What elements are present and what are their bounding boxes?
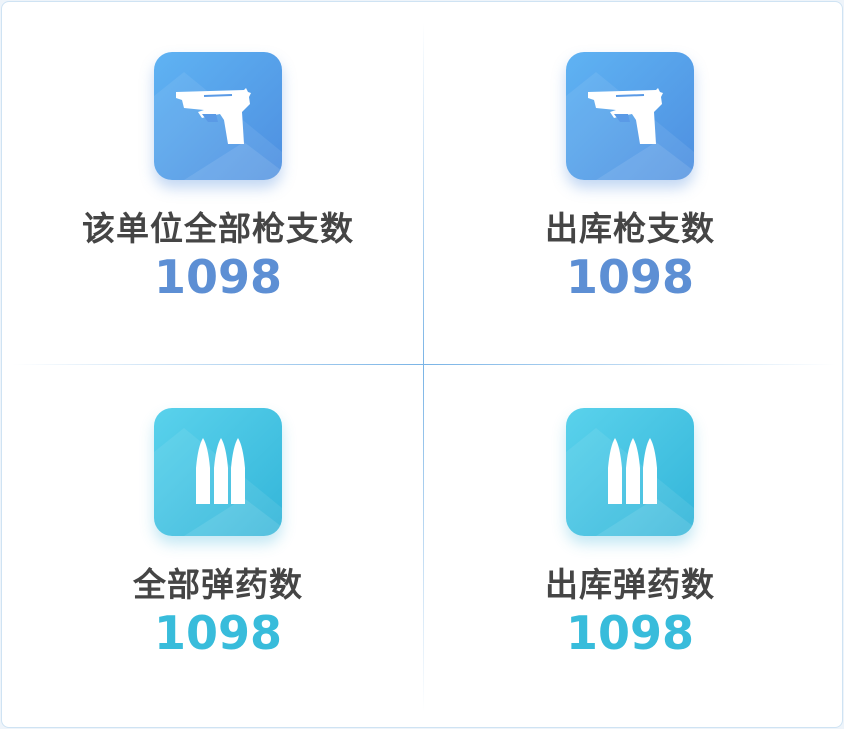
stat-label: 全部弹药数 xyxy=(133,565,303,604)
horizontal-divider xyxy=(12,364,836,365)
bullets-icon xyxy=(566,408,694,536)
stat-value: 1098 xyxy=(153,606,283,660)
stat-label: 出库弹药数 xyxy=(545,565,715,604)
stat-value: 1098 xyxy=(153,250,283,304)
stats-panel: 该单位全部枪支数 1098 出库枪支数 1098 全部弹药数 1098 出库弹药… xyxy=(1,1,843,728)
stat-label: 出库枪支数 xyxy=(545,209,715,248)
pistol-icon xyxy=(154,52,282,180)
bullets-icon xyxy=(154,408,282,536)
stat-label: 该单位全部枪支数 xyxy=(82,209,354,248)
pistol-icon xyxy=(566,52,694,180)
stat-value: 1098 xyxy=(565,250,695,304)
stat-value: 1098 xyxy=(565,606,695,660)
